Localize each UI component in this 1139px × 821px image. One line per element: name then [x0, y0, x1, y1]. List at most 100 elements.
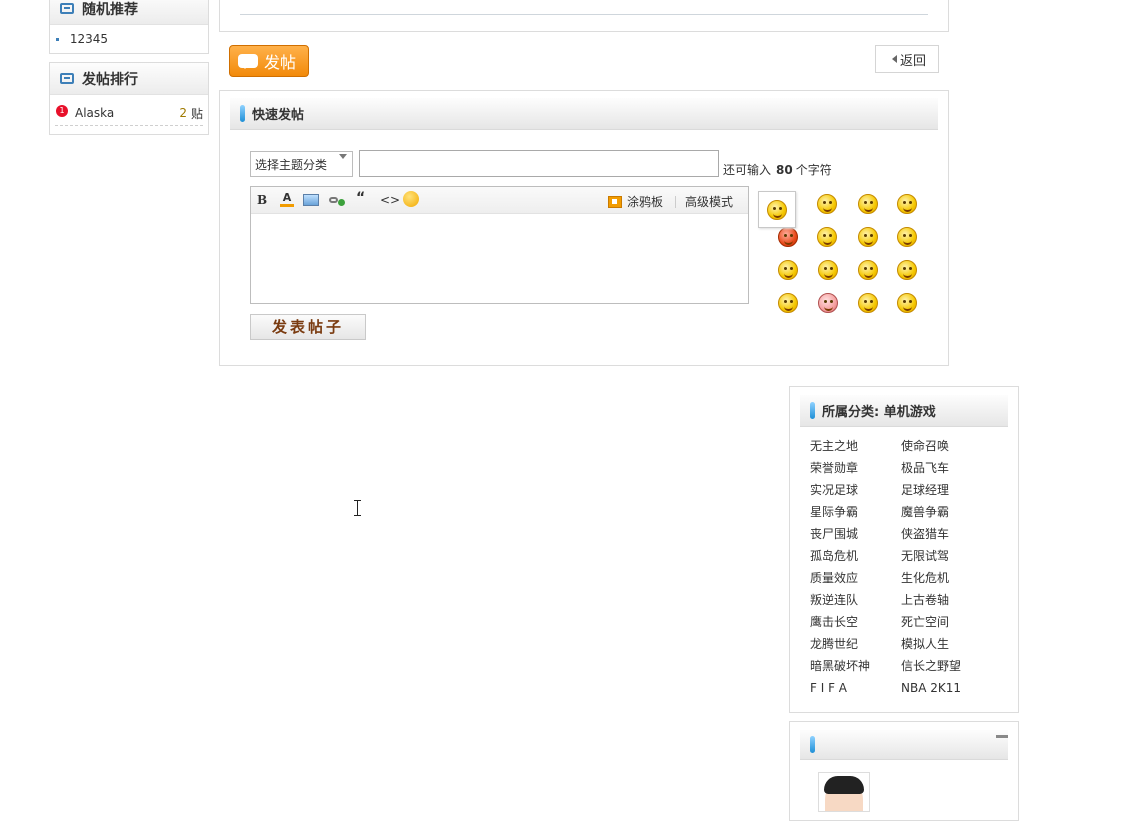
category-link[interactable]: 极品飞车	[901, 459, 1001, 481]
post-ranking-box: 发帖排行 1 Alaska 2 贴	[49, 62, 209, 135]
list-icon	[60, 3, 74, 14]
remain-suffix: 个字符	[795, 163, 832, 177]
new-post-button[interactable]: 发帖	[229, 45, 309, 77]
doodle-board-button[interactable]: 涂鸦板	[627, 193, 663, 210]
rank-badge: 1	[56, 105, 68, 117]
remain-count: 80	[776, 163, 793, 177]
editor-toolbar: B A “ <> 涂鸦板 高级模式	[251, 187, 748, 214]
category-link[interactable]: NBA 2K11	[901, 679, 1001, 701]
category-link[interactable]: 孤岛危机	[810, 547, 901, 569]
smiley-icon[interactable]	[818, 293, 838, 313]
bold-button[interactable]: B	[257, 193, 267, 207]
ranking-user-link[interactable]: Alaska	[75, 106, 114, 120]
quick-post-header: 快速发帖	[230, 98, 938, 130]
back-arrow-icon	[888, 55, 897, 63]
list-item-label[interactable]: 12345	[70, 32, 108, 46]
submit-post-button[interactable]: 发表帖子	[250, 314, 366, 340]
smiley-icon[interactable]	[897, 194, 917, 214]
advanced-mode-button[interactable]: 高级模式	[685, 193, 733, 210]
category-link[interactable]: 足球经理	[901, 481, 1001, 503]
category-header: 所属分类: 单机游戏	[800, 395, 1008, 427]
list-item[interactable]: 12345	[50, 25, 208, 46]
smiley-icon[interactable]	[403, 191, 419, 207]
back-button[interactable]: 返回	[875, 45, 939, 73]
smiley-icon[interactable]	[817, 194, 837, 214]
post-ranking-title: 发帖排行	[82, 71, 138, 88]
text-cursor-icon	[354, 500, 362, 516]
category-link[interactable]: 鹰击长空	[810, 613, 901, 635]
smiley-icon[interactable]	[858, 293, 878, 313]
category-link[interactable]: 实况足球	[810, 481, 901, 503]
category-link[interactable]: 模拟人生	[901, 635, 1001, 657]
category-link[interactable]: 质量效应	[810, 569, 901, 591]
divider	[240, 14, 928, 15]
smiley-icon[interactable]	[778, 293, 798, 313]
font-color-button[interactable]: A	[280, 191, 294, 207]
speech-bubble-icon	[238, 54, 258, 69]
category-title: 所属分类: 单机游戏	[822, 405, 936, 420]
smiley-icon[interactable]	[858, 227, 878, 247]
quick-post-box: 快速发帖 选择主题分类 还可输入 80 个字符 B A “ <> 涂鸦板 高级模式 …	[219, 90, 949, 366]
content-box-top	[219, 0, 949, 32]
toolbar-right: 涂鸦板 高级模式	[607, 193, 748, 210]
message-editor[interactable]: B A “ <> 涂鸦板 高级模式	[250, 186, 749, 304]
topic-type-select[interactable]: 选择主题分类	[250, 151, 353, 177]
smiley-icon	[767, 200, 787, 220]
category-link[interactable]: 死亡空间	[901, 613, 1001, 635]
header-marker-icon	[240, 105, 245, 122]
smiley-icon[interactable]	[778, 260, 798, 280]
smiley-icon[interactable]	[897, 293, 917, 313]
category-link[interactable]: 无限试驾	[901, 547, 1001, 569]
smiley-icon[interactable]	[858, 260, 878, 280]
new-post-label: 发帖	[264, 53, 297, 72]
category-link[interactable]: 生化危机	[901, 569, 1001, 591]
quick-post-title: 快速发帖	[252, 108, 305, 123]
category-link[interactable]: 无主之地	[810, 437, 901, 459]
avatar[interactable]	[818, 772, 870, 812]
ranking-unit: 贴	[190, 107, 203, 121]
ranking-count: 2	[179, 106, 187, 120]
image-icon[interactable]	[303, 194, 319, 206]
category-link[interactable]: 丧尸围城	[810, 525, 901, 547]
category-link[interactable]: 上古卷轴	[901, 591, 1001, 613]
list-icon	[60, 73, 74, 84]
remain-prefix: 还可输入	[723, 163, 772, 177]
doodle-board-icon	[607, 195, 622, 208]
category-link[interactable]: 叛逆连队	[810, 591, 901, 613]
random-recommend-title: 随机推荐	[82, 1, 138, 18]
header-marker-icon	[810, 736, 815, 753]
category-link[interactable]: 荣誉勋章	[810, 459, 901, 481]
smiley-icon[interactable]	[818, 260, 838, 280]
category-link[interactable]: 信长之野望	[901, 657, 1001, 679]
category-link[interactable]: 龙腾世纪	[810, 635, 901, 657]
divider	[674, 195, 676, 208]
smiley-icon[interactable]	[897, 227, 917, 247]
bullet-icon	[56, 38, 59, 41]
category-link[interactable]: 魔兽争霸	[901, 503, 1001, 525]
random-recommend-header: 随机推荐	[50, 0, 208, 25]
smiley-icon[interactable]	[858, 194, 878, 214]
collapse-icon[interactable]	[996, 735, 1008, 738]
header-marker-icon	[810, 402, 815, 419]
category-link[interactable]: F I F A	[810, 679, 901, 701]
quote-button[interactable]: “	[356, 190, 365, 206]
topic-type-value: 选择主题分类	[255, 158, 328, 172]
smiley-icon[interactable]	[778, 227, 798, 247]
smiley-icon[interactable]	[897, 260, 917, 280]
char-remaining: 还可输入 80 个字符	[723, 161, 832, 178]
user-box-header	[800, 730, 1008, 760]
link-icon[interactable]	[329, 195, 345, 206]
category-box: 所属分类: 单机游戏 无主之地 使命召唤 荣誉勋章 极品飞车 实况足球 足球经理…	[789, 386, 1019, 713]
title-input[interactable]	[359, 150, 719, 177]
back-label: 返回	[899, 53, 926, 69]
category-link[interactable]: 侠盗猎车	[901, 525, 1001, 547]
category-link[interactable]: 暗黑破坏神	[810, 657, 901, 679]
smiley-icon[interactable]	[817, 227, 837, 247]
category-link[interactable]: 使命召唤	[901, 437, 1001, 459]
random-recommend-box: 随机推荐 12345	[49, 0, 209, 54]
category-list: 无主之地 使命召唤 荣誉勋章 极品飞车 实况足球 足球经理 星际争霸 魔兽争霸 …	[810, 437, 1010, 701]
smiley-preview	[758, 191, 796, 228]
category-link[interactable]: 星际争霸	[810, 503, 901, 525]
code-button[interactable]: <>	[380, 193, 400, 207]
post-ranking-header: 发帖排行	[50, 63, 208, 95]
